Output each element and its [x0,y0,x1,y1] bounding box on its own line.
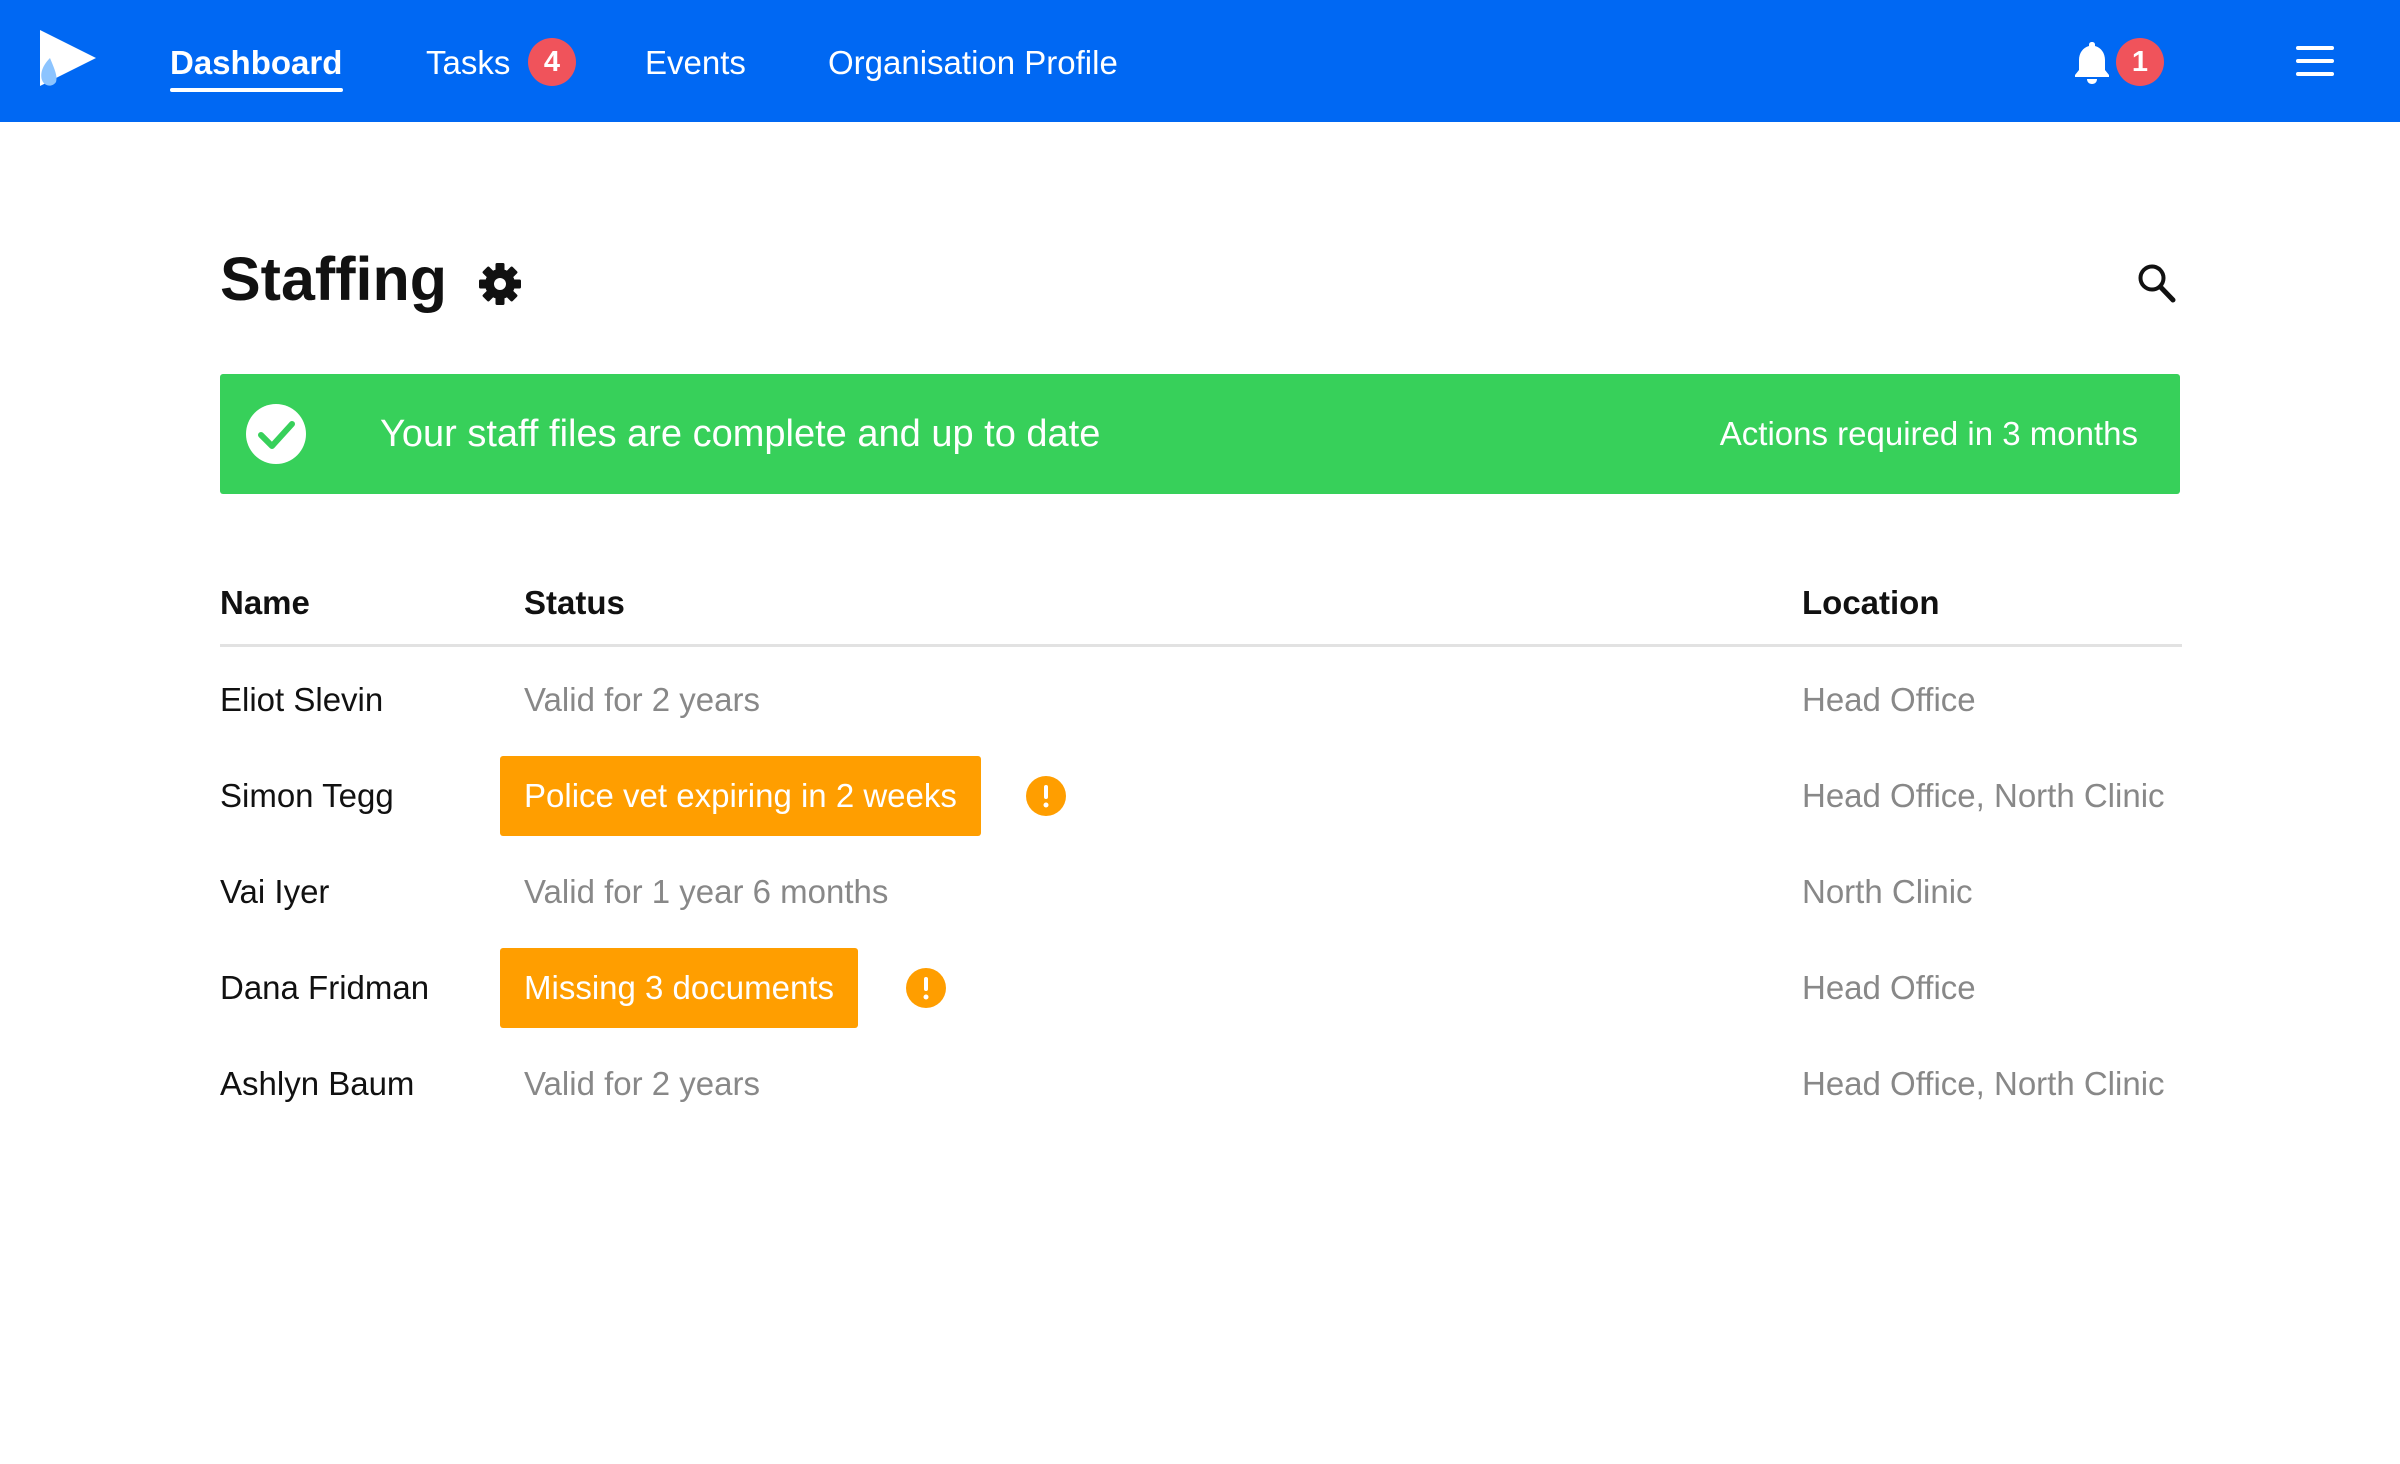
gear-icon[interactable] [478,262,522,306]
play-logo-icon[interactable] [36,28,100,92]
staff-location: Head Office, North Clinic [1802,1065,2165,1102]
nav-tab-tasks[interactable]: Tasks [426,40,510,86]
staff-name: Vai Iyer [220,873,330,910]
table-row[interactable]: Vai Iyer Valid for 1 year 6 months North… [0,844,2400,940]
staff-name: Simon Tegg [220,777,394,814]
table-row[interactable]: Simon Tegg Police vet expiring in 2 week… [0,748,2400,844]
tasks-count-badge: 4 [528,38,576,86]
table-row[interactable]: Eliot Slevin Valid for 2 years Head Offi… [0,652,2400,748]
top-navigation-bar: Dashboard Tasks 4 Events Organisation Pr… [0,0,2400,122]
column-header-name: Name [220,584,310,621]
page-title: Staffing [220,245,448,313]
staff-name: Dana Fridman [220,969,430,1006]
notification-count-badge: 1 [2116,38,2164,86]
staff-location: Head Office [1802,969,1976,1006]
nav-tab-dashboard[interactable]: Dashboard [170,40,342,86]
table-header-divider [220,644,2182,647]
column-header-status: Status [524,584,625,621]
staff-location: North Clinic [1802,873,1973,910]
staff-status: Valid for 2 years [524,1065,760,1102]
staff-name: Ashlyn Baum [220,1065,415,1102]
nav-tab-events[interactable]: Events [645,40,746,86]
staff-status: Valid for 2 years [524,681,760,718]
staff-status-warning[interactable]: Missing 3 documents [500,948,858,1028]
status-banner: Your staff files are complete and up to … [220,374,2180,494]
hamburger-menu-icon[interactable] [2296,46,2336,78]
banner-action-note: Actions required in 3 months [1719,415,2138,452]
warning-icon [1026,776,1066,816]
staff-name: Eliot Slevin [220,681,384,718]
banner-message: Your staff files are complete and up to … [380,413,1101,455]
staff-location: Head Office, North Clinic [1802,777,2165,814]
nav-tab-organisation-profile[interactable]: Organisation Profile [828,40,1118,86]
column-header-location: Location [1802,584,1940,621]
table-row[interactable]: Ashlyn Baum Valid for 2 years Head Offic… [0,1036,2400,1132]
active-tab-underline [170,88,343,92]
table-row[interactable]: Dana Fridman Missing 3 documents Head Of… [0,940,2400,1036]
warning-icon [906,968,946,1008]
search-icon[interactable] [2136,262,2176,304]
bell-icon[interactable] [2072,40,2112,84]
staff-location: Head Office [1802,681,1976,718]
check-circle-icon [246,404,306,464]
staff-status: Valid for 1 year 6 months [524,873,889,910]
staff-status-warning[interactable]: Police vet expiring in 2 weeks [500,756,981,836]
